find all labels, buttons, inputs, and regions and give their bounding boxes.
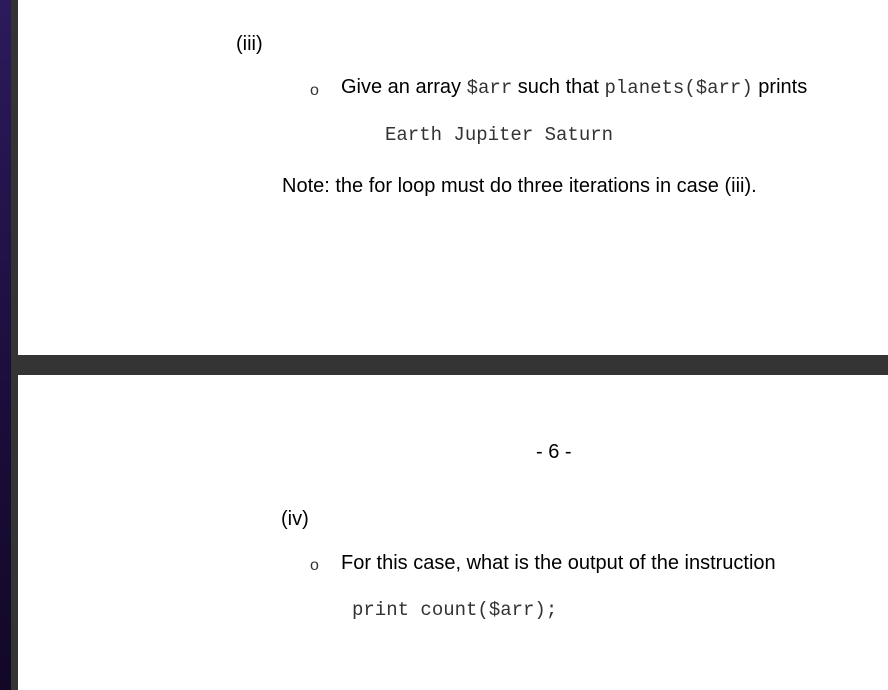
section-label-iv: (iv) <box>281 508 309 530</box>
note-text: Note: the for loop must do three iterati… <box>282 175 757 197</box>
viewer-left-border <box>11 0 18 690</box>
bullet-icon: o <box>310 82 319 99</box>
code-print-count: print count($arr); <box>352 599 558 621</box>
document-page-6 <box>18 375 888 690</box>
question-text: prints <box>752 76 808 98</box>
question-iv: For this case, what is the output of the… <box>341 552 776 574</box>
question-text: Give an array <box>341 76 467 98</box>
code-arr: $arr <box>466 77 513 99</box>
expected-output: Earth Jupiter Saturn <box>385 124 614 146</box>
section-label-iii: (iii) <box>236 33 263 55</box>
viewer-background <box>0 0 11 690</box>
bullet-icon: o <box>310 557 319 574</box>
question-iii: Give an array $arr such that planets($ar… <box>341 76 807 99</box>
page-number: - 6 - <box>536 441 572 463</box>
code-planets-call: planets($arr) <box>604 77 753 99</box>
question-text: such that <box>512 76 605 98</box>
page-separator <box>18 355 888 377</box>
